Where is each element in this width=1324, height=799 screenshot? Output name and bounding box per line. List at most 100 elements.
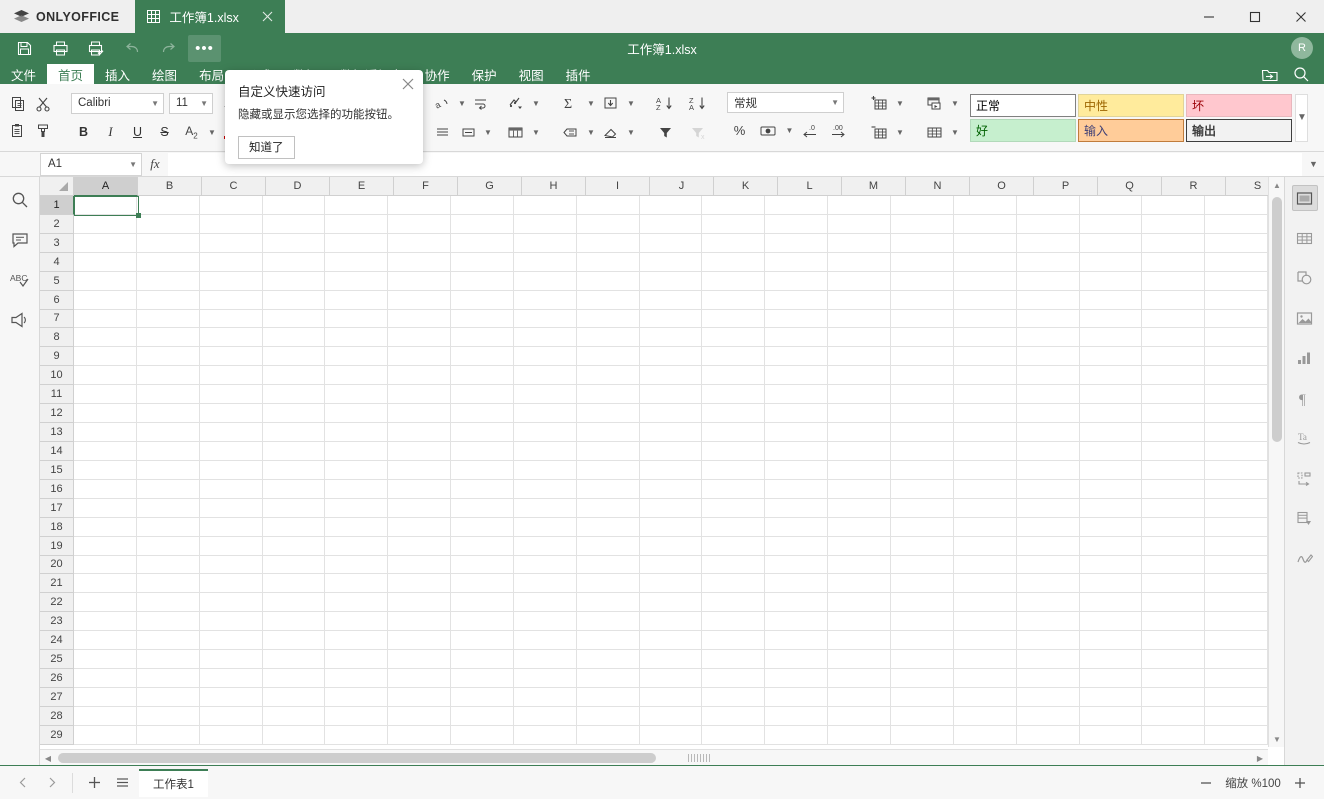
cell-R8[interactable] — [1142, 328, 1206, 348]
cell-K15[interactable] — [702, 460, 766, 480]
cell-D27[interactable] — [262, 687, 326, 707]
cell-D10[interactable] — [262, 366, 326, 386]
chevron-down-icon[interactable]: ▼ — [624, 120, 637, 145]
row-header-21[interactable]: 21 — [40, 574, 74, 594]
cell-P16[interactable] — [1016, 479, 1080, 499]
cell-Q21[interactable] — [1079, 574, 1143, 594]
cell-P25[interactable] — [1016, 650, 1080, 670]
cell-F19[interactable] — [388, 536, 452, 556]
cell-O26[interactable] — [953, 669, 1017, 688]
cell-E18[interactable] — [325, 517, 389, 537]
cell-K20[interactable] — [702, 555, 766, 575]
cell-A1[interactable] — [74, 196, 137, 215]
cell-L21[interactable] — [765, 574, 829, 594]
column-header-D[interactable]: D — [266, 177, 330, 196]
cell-D12[interactable] — [262, 404, 326, 424]
row-header-29[interactable]: 29 — [40, 725, 74, 745]
column-header-O[interactable]: O — [970, 177, 1034, 196]
cell-F23[interactable] — [388, 612, 452, 632]
cell-H8[interactable] — [513, 328, 577, 348]
cell-S24[interactable] — [1205, 631, 1269, 651]
cell-C11[interactable] — [199, 385, 263, 405]
cell-C25[interactable] — [199, 650, 263, 670]
cell-L9[interactable] — [765, 347, 829, 367]
cell-G10[interactable] — [451, 366, 514, 386]
cell-E19[interactable] — [325, 536, 389, 556]
cell-N4[interactable] — [890, 252, 954, 272]
column-header-H[interactable]: H — [522, 177, 586, 196]
cell-O20[interactable] — [953, 555, 1017, 575]
cell-M15[interactable] — [828, 460, 891, 480]
cell-J1[interactable] — [639, 196, 703, 215]
cell-C2[interactable] — [199, 214, 263, 234]
cell-M20[interactable] — [828, 555, 891, 575]
cell-I1[interactable] — [576, 196, 640, 215]
search-icon[interactable] — [1293, 66, 1310, 83]
cell-E24[interactable] — [325, 631, 389, 651]
cell-I27[interactable] — [576, 687, 640, 707]
cell-R21[interactable] — [1142, 574, 1206, 594]
cell-S28[interactable] — [1205, 706, 1269, 726]
cell-I20[interactable] — [576, 555, 640, 575]
cell-D6[interactable] — [262, 290, 326, 310]
cell-M10[interactable] — [828, 366, 891, 386]
cell-R6[interactable] — [1142, 290, 1206, 310]
cell-R19[interactable] — [1142, 536, 1206, 556]
cell-C15[interactable] — [199, 460, 263, 480]
cell-A21[interactable] — [74, 574, 137, 594]
cell-Q26[interactable] — [1079, 669, 1143, 688]
cell-H1[interactable] — [513, 196, 577, 215]
cell-E28[interactable] — [325, 706, 389, 726]
cell-Q12[interactable] — [1079, 404, 1143, 424]
cell-Q5[interactable] — [1079, 271, 1143, 291]
subscript-superscript-button[interactable]: A2 — [179, 120, 204, 145]
row-header-18[interactable]: 18 — [40, 517, 74, 537]
cell-A10[interactable] — [74, 366, 137, 386]
cell-J11[interactable] — [639, 385, 703, 405]
cell-G9[interactable] — [451, 347, 514, 367]
cell-D26[interactable] — [262, 669, 326, 688]
cell-F8[interactable] — [388, 328, 452, 348]
cell-F22[interactable] — [388, 593, 452, 613]
cell-K6[interactable] — [702, 290, 766, 310]
tab-plugins[interactable]: 插件 — [555, 64, 602, 84]
add-sheet-button[interactable] — [81, 770, 107, 796]
cell-J18[interactable] — [639, 517, 703, 537]
cell-N12[interactable] — [890, 404, 954, 424]
cell-H5[interactable] — [513, 271, 577, 291]
row-header-1[interactable]: 1 — [40, 196, 74, 215]
cell-S29[interactable] — [1205, 725, 1269, 745]
cell-M21[interactable] — [828, 574, 891, 594]
cell-A9[interactable] — [74, 347, 137, 367]
cell-R2[interactable] — [1142, 214, 1206, 234]
cell-M1[interactable] — [828, 196, 891, 215]
cell-S5[interactable] — [1205, 271, 1269, 291]
cell-Q9[interactable] — [1079, 347, 1143, 367]
cell-S27[interactable] — [1205, 687, 1269, 707]
cell-R27[interactable] — [1142, 687, 1206, 707]
cell-K13[interactable] — [702, 423, 766, 442]
cell-K10[interactable] — [702, 366, 766, 386]
cell-P29[interactable] — [1016, 725, 1080, 745]
sidebar-search-button[interactable] — [7, 187, 33, 213]
cell-K9[interactable] — [702, 347, 766, 367]
cell-N11[interactable] — [890, 385, 954, 405]
cell-R25[interactable] — [1142, 650, 1206, 670]
chart-settings-button[interactable] — [1292, 345, 1318, 371]
column-header-K[interactable]: K — [714, 177, 778, 196]
cell-M6[interactable] — [828, 290, 891, 310]
bold-button[interactable]: B — [71, 120, 96, 145]
cell-P13[interactable] — [1016, 423, 1080, 442]
accounting-style-button[interactable] — [755, 118, 780, 143]
cell-settings-button[interactable] — [1291, 185, 1318, 211]
cell-H7[interactable] — [513, 309, 577, 329]
cell-I10[interactable] — [576, 366, 640, 386]
cell-Q2[interactable] — [1079, 214, 1143, 234]
cell-L8[interactable] — [765, 328, 829, 348]
cell-L22[interactable] — [765, 593, 829, 613]
cell-J6[interactable] — [639, 290, 703, 310]
cell-H13[interactable] — [513, 423, 577, 442]
vertical-scroll-thumb[interactable] — [1272, 197, 1282, 442]
cell-C28[interactable] — [199, 706, 263, 726]
cell-G24[interactable] — [451, 631, 514, 651]
